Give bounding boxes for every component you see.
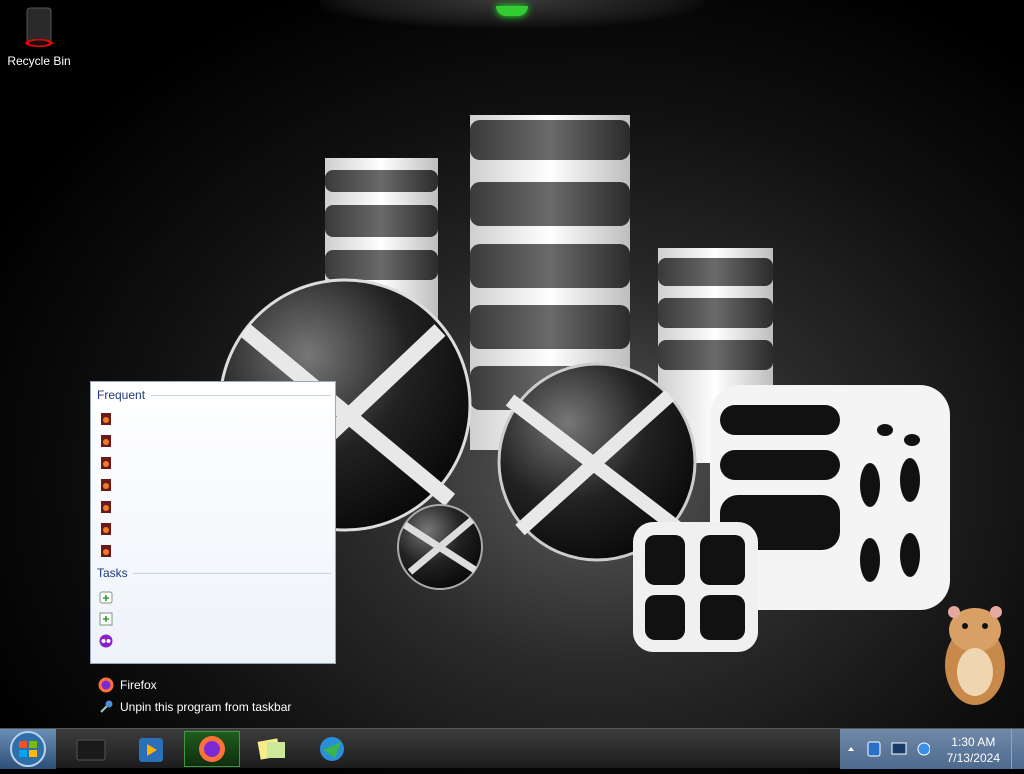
taskbar-media-player[interactable] <box>64 731 120 767</box>
new-window-icon <box>99 612 113 626</box>
media-player-icon <box>76 739 106 761</box>
hamster-gadget <box>945 606 1005 705</box>
firefox-label: Firefox <box>120 678 157 692</box>
tasks-header: Tasks <box>97 566 128 580</box>
jump-list-open-firefox[interactable]: Firefox <box>98 677 157 693</box>
document-icon <box>101 435 111 447</box>
private-window-icon <box>99 634 113 648</box>
system-tray: 1:30 AM 7/13/2024 <box>840 729 1024 769</box>
task-item-new-window[interactable] <box>99 609 327 629</box>
tasks-divider <box>133 573 331 574</box>
download-manager-icon <box>320 737 344 761</box>
taskbar: 1:30 AM 7/13/2024 <box>0 728 1024 769</box>
task-item-private-window[interactable] <box>99 631 327 651</box>
firefox-icon <box>98 677 114 693</box>
frequent-item[interactable] <box>99 497 327 517</box>
explorer-icon <box>139 738 163 762</box>
firefox-jump-list: Frequent Tasks <box>90 381 336 664</box>
frequent-item[interactable] <box>99 453 327 473</box>
network-icon <box>891 742 907 755</box>
document-icon <box>101 479 111 491</box>
frequent-divider <box>151 395 331 396</box>
new-tab-icon <box>99 591 113 604</box>
taskbar-sticky-notes[interactable] <box>244 731 300 767</box>
sticky-notes-icon <box>257 738 285 760</box>
document-icon <box>101 545 111 557</box>
unpin-label: Unpin this program from taskbar <box>120 700 292 714</box>
firefox-icon <box>199 736 225 762</box>
ie-icon <box>917 742 930 756</box>
document-icon <box>101 457 111 469</box>
frequent-item[interactable] <box>99 409 327 429</box>
task-item-new-tab[interactable] <box>99 587 327 607</box>
clock-time: 1:30 AM <box>951 735 996 749</box>
green-indicator <box>496 6 528 16</box>
unpin-icon <box>100 700 113 713</box>
recycle-bin-label: Recycle Bin <box>7 54 71 68</box>
bluetooth-icon <box>867 741 881 757</box>
show-desktop-button[interactable] <box>1011 729 1024 769</box>
show-hidden-icons-chevron <box>848 747 854 751</box>
small-cube <box>633 522 758 652</box>
document-icon <box>101 523 111 535</box>
document-icon <box>101 413 111 425</box>
frequent-header: Frequent <box>97 388 146 402</box>
frequent-item[interactable] <box>99 519 327 539</box>
frequent-item[interactable] <box>99 475 327 495</box>
top-glow-notch <box>320 0 704 28</box>
start-orb-icon <box>10 731 46 767</box>
taskbar-explorer[interactable] <box>124 731 180 767</box>
frequent-item[interactable] <box>99 541 327 561</box>
taskbar-download-manager[interactable] <box>304 731 360 767</box>
frequent-item[interactable] <box>99 431 327 451</box>
start-button[interactable] <box>0 729 56 769</box>
taskbar-firefox[interactable] <box>184 731 240 767</box>
tray-icons <box>848 741 930 757</box>
desktop-icon-recycle-bin[interactable]: Recycle Bin <box>4 6 74 68</box>
tray-clock[interactable]: 1:30 AM 7/13/2024 <box>947 734 1000 766</box>
jump-list-unpin[interactable]: Unpin this program from taskbar <box>98 699 291 715</box>
recycle-bin-icon <box>24 6 54 48</box>
document-icon <box>101 501 111 513</box>
clock-date: 7/13/2024 <box>946 751 1000 765</box>
